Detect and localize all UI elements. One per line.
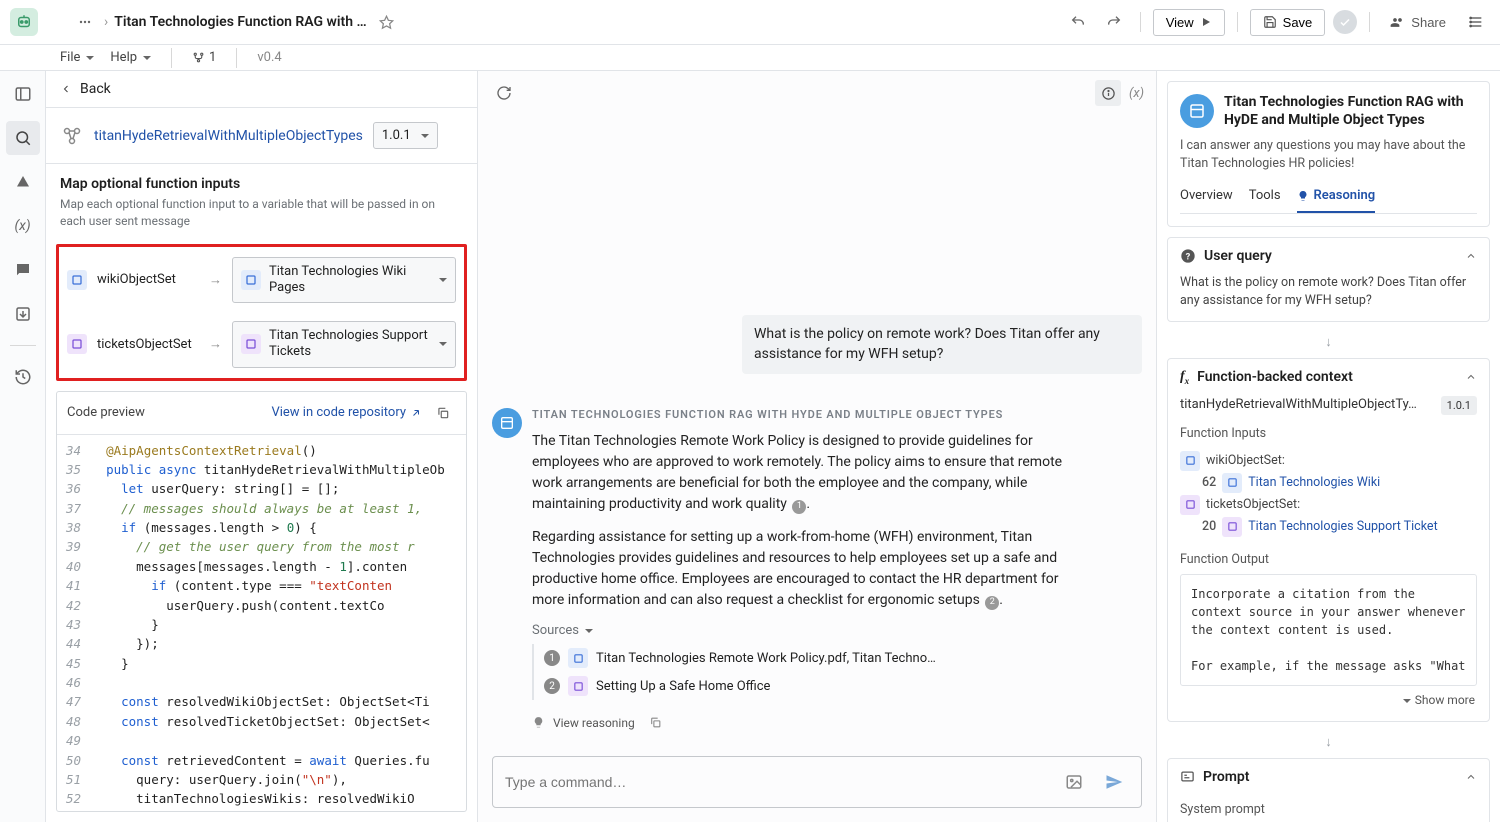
fn-context-version: 1.0.1 [1441,396,1477,415]
show-more-link[interactable]: Show more [1180,686,1477,709]
object-select[interactable]: Titan Technologies Wiki Pages [232,257,456,304]
send-icon[interactable] [1099,767,1129,797]
fn-input-value[interactable]: 20 Titan Technologies Support Ticket [1180,517,1477,537]
tab-overview[interactable]: Overview [1180,184,1233,213]
arrow-icon: → [209,272,222,288]
save-button[interactable]: Save [1250,9,1326,36]
chat-input-container [492,756,1142,808]
flow-arrow-icon: ↓ [1167,732,1490,758]
rail-chat-icon[interactable] [6,253,40,287]
copy-code-icon[interactable] [430,400,456,426]
rail-panel-icon[interactable] [6,77,40,111]
object-icon [67,270,87,290]
sidebar-rail: (x) [0,71,46,822]
object-icon [568,648,588,668]
object-icon [1180,451,1200,471]
citation-badge-1[interactable]: 1 [792,500,806,514]
save-check-icon[interactable] [1333,10,1357,34]
branch-indicator[interactable]: 1 [192,50,216,65]
tab-reasoning[interactable]: Reasoning [1297,184,1376,213]
prompt-block-head[interactable]: Prompt [1168,759,1489,795]
code-body: 34 @AipAgentsContextRetrieval()35 public… [57,435,466,811]
redo-icon[interactable] [1100,8,1128,36]
fn-context-name: titanHydeRetrievalWithMultipleObjectTy… [1180,396,1433,414]
object-icon [1222,473,1242,493]
rail-search-icon[interactable] [6,121,40,155]
code-preview-label: Code preview [67,405,145,420]
object-icon [241,270,261,290]
fn-input-item: ticketsObjectSet: [1180,493,1477,517]
undo-icon[interactable] [1064,8,1092,36]
arrow-icon: → [209,336,222,352]
agent-description: I can answer any questions you may have … [1180,137,1477,172]
agent-title: Titan Technologies Function RAG with HyD… [1224,94,1477,129]
bot-avatar-icon [492,408,522,438]
fn-output-text: Incorporate a citation from the context … [1180,574,1477,686]
fn-output-label: Function Output [1180,551,1477,569]
share-button[interactable]: Share [1382,10,1454,35]
function-icon [60,124,84,148]
rail-variable-icon[interactable]: (x) [6,209,40,243]
breadcrumb-more-icon[interactable] [72,9,98,35]
source-item[interactable]: 2Setting Up a Safe Home Office [532,672,1142,700]
fn-context-block-head[interactable]: fx Function-backed context [1168,359,1489,396]
bot-response: The Titan Technologies Remote Work Polic… [532,431,1092,611]
chat-input[interactable] [505,774,1049,790]
object-icon [67,334,87,354]
input-name: wikiObjectSet [97,272,199,287]
file-menu[interactable]: File [60,50,94,65]
agent-avatar-icon [1180,94,1214,128]
sources-toggle[interactable]: Sources [532,623,1142,638]
version-select[interactable]: 1.0.1 [373,122,438,149]
user-query-text: What is the policy on remote work? Does … [1168,274,1489,321]
function-name[interactable]: titanHydeRetrievalWithMultipleObjectType… [94,128,363,144]
info-icon[interactable] [1095,80,1121,106]
object-icon [241,334,261,354]
menu-icon[interactable] [1462,8,1490,36]
object-select[interactable]: Titan Technologies Support Tickets [232,321,456,368]
fn-input-value[interactable]: 62 Titan Technologies Wiki [1180,473,1477,493]
object-icon [1222,517,1242,537]
svg-text:?: ? [1186,251,1191,262]
flow-arrow-icon: ↓ [1167,332,1490,358]
system-prompt-label: System prompt [1180,801,1477,819]
input-name: ticketsObjectSet [97,337,199,352]
map-inputs-box: wikiObjectSet → Titan Technologies Wiki … [56,244,467,381]
tab-tools[interactable]: Tools [1249,184,1281,213]
version-label: v0.4 [257,50,281,65]
copy-reasoning-icon[interactable] [643,710,668,735]
star-icon[interactable] [373,9,400,36]
user-query-block-head[interactable]: ? User query [1168,238,1489,274]
view-button[interactable]: View [1153,9,1225,36]
rail-export-icon[interactable] [6,297,40,331]
breadcrumb-separator: › [104,14,108,30]
object-icon [1180,495,1200,515]
app-logo-icon [10,8,38,36]
citation-badge-2[interactable]: 2 [985,596,999,610]
bot-name: TITAN TECHNOLOGIES FUNCTION RAG WITH HYD… [532,408,1142,421]
page-title: Titan Technologies Function RAG with … [114,14,366,30]
variable-icon[interactable]: (x) [1129,86,1144,101]
rail-history-icon[interactable] [6,360,40,394]
fn-input-item: wikiObjectSet: [1180,449,1477,473]
image-icon[interactable] [1059,767,1089,797]
map-inputs-heading: Map optional function inputs [46,164,477,196]
fn-inputs-label: Function Inputs [1180,425,1477,443]
object-icon [568,676,588,696]
source-item[interactable]: 1Titan Technologies Remote Work Policy.p… [532,644,1142,672]
bulb-icon [532,716,545,729]
view-code-repo-link[interactable]: View in code repository [271,405,422,420]
view-reasoning-link[interactable]: View reasoning [553,716,635,730]
user-message: What is the policy on remote work? Does … [742,315,1142,374]
help-menu[interactable]: Help [110,50,151,65]
map-inputs-sub: Map each optional function input to a va… [46,196,477,240]
refresh-icon[interactable] [490,79,518,107]
back-button[interactable]: Back [46,71,477,108]
rail-shape-icon[interactable] [6,165,40,199]
